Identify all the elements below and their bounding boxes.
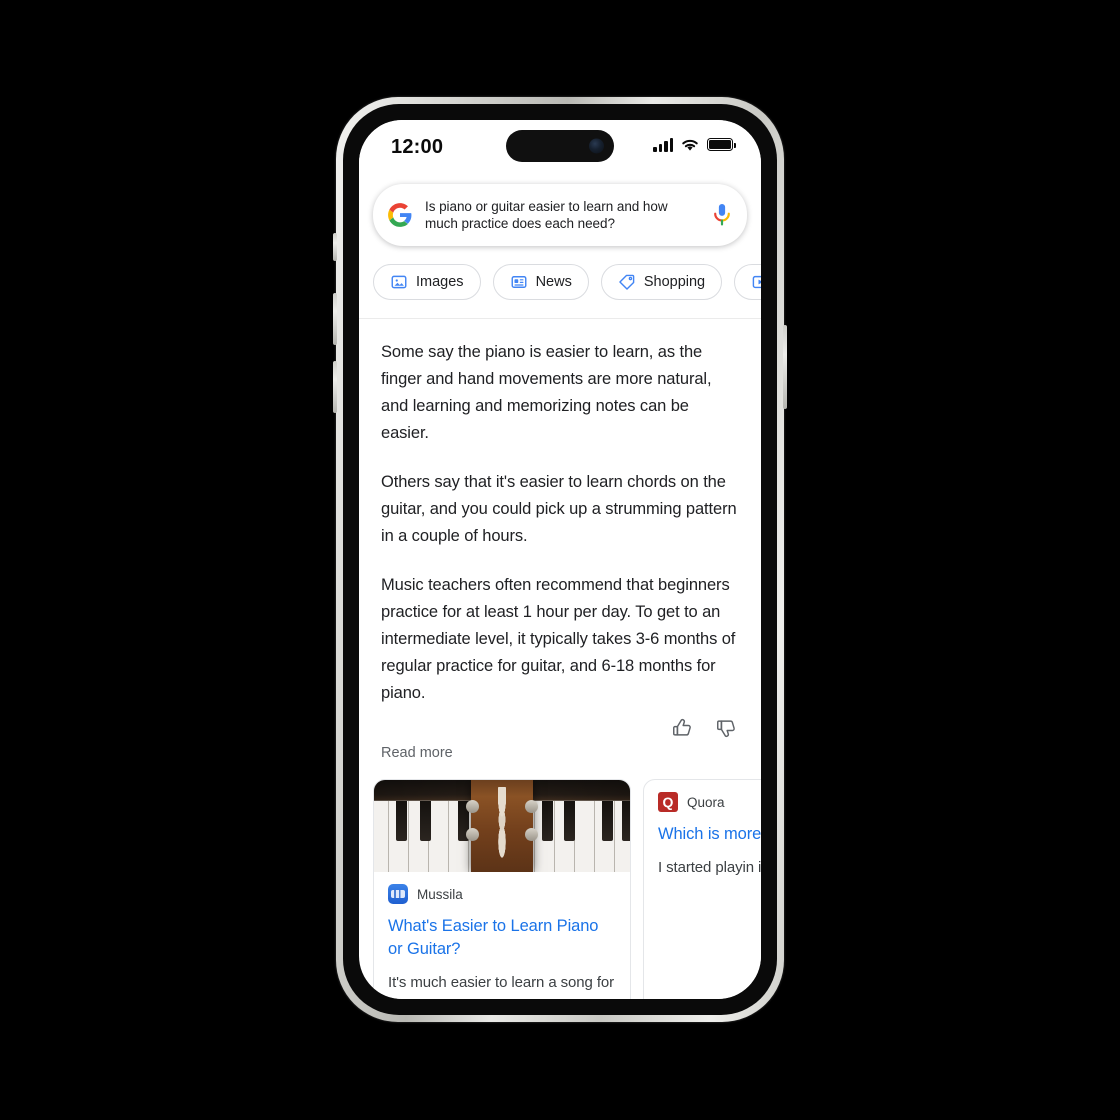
- source-cards-row[interactable]: Mussila What's Easier to Learn Piano or …: [359, 779, 761, 999]
- image-icon: [391, 275, 407, 289]
- front-camera-icon: [589, 138, 604, 154]
- search-query-text: Is piano or guitar easier to learn and h…: [425, 199, 668, 231]
- screenshot-stage: 12:00 Is piano or guitar easier to learn…: [0, 0, 1120, 1120]
- microphone-icon[interactable]: [711, 203, 733, 227]
- tag-icon: [619, 274, 635, 290]
- status-clock: 12:00: [391, 136, 444, 158]
- search-bar-container: Is piano or guitar easier to learn and h…: [359, 176, 761, 246]
- chip-shopping[interactable]: Shopping: [600, 264, 723, 300]
- card-source: Q Quora: [658, 792, 761, 812]
- google-g-logo: [388, 203, 412, 227]
- battery-icon: [707, 138, 736, 151]
- card-body: Q Quora Which is more playing piano play…: [644, 780, 761, 894]
- chip-videos[interactable]: Videos: [734, 264, 761, 300]
- chip-news[interactable]: News: [492, 264, 589, 300]
- answer-paragraph: Some say the piano is easier to learn, a…: [381, 343, 712, 442]
- chip-label: Shopping: [643, 274, 706, 290]
- card-source-name: Quora: [687, 794, 725, 810]
- dynamic-island: [506, 130, 614, 162]
- phone-bezel: 12:00 Is piano or guitar easier to learn…: [343, 104, 777, 1015]
- source-card-mussila[interactable]: Mussila What's Easier to Learn Piano or …: [373, 779, 631, 999]
- chip-label: News: [535, 274, 572, 290]
- chip-images[interactable]: Images: [373, 264, 481, 300]
- status-indicators: [653, 137, 736, 152]
- video-play-icon: [752, 275, 761, 289]
- card-thumbnail: [374, 780, 630, 872]
- filter-chips-row[interactable]: Images News Shopping: [359, 246, 761, 318]
- wifi-icon: [682, 139, 698, 151]
- card-source: Mussila: [388, 884, 616, 904]
- quora-favicon: Q: [658, 792, 678, 812]
- guitar-headstock-graphic: [466, 780, 538, 872]
- card-title[interactable]: Which is more playing piano playing guit…: [658, 823, 761, 846]
- feedback-controls[interactable]: [359, 713, 761, 739]
- volume-up-button[interactable]: [333, 293, 337, 345]
- answer-paragraph: Music teachers often recommend that begi…: [381, 576, 736, 702]
- power-button[interactable]: [783, 325, 787, 409]
- news-icon: [511, 276, 527, 288]
- status-bar: 12:00: [359, 120, 761, 176]
- phone-device: 12:00 Is piano or guitar easier to learn…: [333, 97, 787, 1022]
- source-card-quora[interactable]: Q Quora Which is more playing piano play…: [643, 779, 761, 999]
- mussila-favicon: [388, 884, 408, 904]
- answer-paragraph: Others say that it's easier to learn cho…: [381, 473, 737, 545]
- card-snippet: It's much easier to learn a song for the…: [388, 974, 615, 999]
- card-snippet: I started playin instruments th now, aft…: [658, 859, 761, 876]
- mute-switch[interactable]: [333, 233, 337, 261]
- thumbs-down-icon[interactable]: [715, 717, 737, 739]
- thumbs-up-icon[interactable]: [671, 717, 693, 739]
- phone-screen: 12:00 Is piano or guitar easier to learn…: [359, 120, 761, 999]
- card-source-name: Mussila: [417, 886, 463, 902]
- cellular-bars-icon: [653, 137, 673, 152]
- ai-answer-block: Some say the piano is easier to learn, a…: [359, 319, 761, 707]
- chip-label: Images: [416, 274, 464, 290]
- volume-down-button[interactable]: [333, 361, 337, 413]
- read-more-button[interactable]: Read more: [359, 739, 761, 779]
- search-bar[interactable]: Is piano or guitar easier to learn and h…: [373, 184, 747, 246]
- card-title[interactable]: What's Easier to Learn Piano or Guitar?: [388, 915, 616, 961]
- card-body: Mussila What's Easier to Learn Piano or …: [374, 872, 630, 999]
